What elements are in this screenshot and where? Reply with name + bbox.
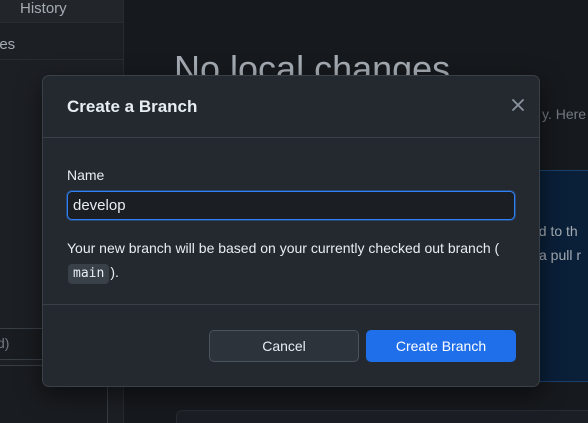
help-text-prefix: Your new branch will be based on your cu…	[67, 240, 500, 256]
dialog-header: Create a Branch	[43, 76, 539, 138]
close-icon[interactable]	[509, 96, 527, 114]
app-window: History les d) No local changes y. Here …	[0, 0, 588, 423]
dialog-footer: Cancel Create Branch	[43, 305, 539, 387]
current-branch-code: main	[68, 264, 110, 284]
cancel-button[interactable]: Cancel	[209, 330, 359, 362]
dialog-title: Create a Branch	[67, 97, 198, 116]
create-branch-dialog: Create a Branch Name Your new branch wil…	[42, 75, 540, 387]
branch-help-text: Your new branch will be based on your cu…	[67, 236, 517, 284]
branch-name-input[interactable]	[67, 191, 515, 220]
dialog-body: Name Your new branch will be based on yo…	[43, 138, 539, 305]
branch-name-label: Name	[67, 167, 105, 183]
create-branch-button[interactable]: Create Branch	[366, 330, 516, 362]
help-text-suffix: ).	[110, 264, 119, 280]
